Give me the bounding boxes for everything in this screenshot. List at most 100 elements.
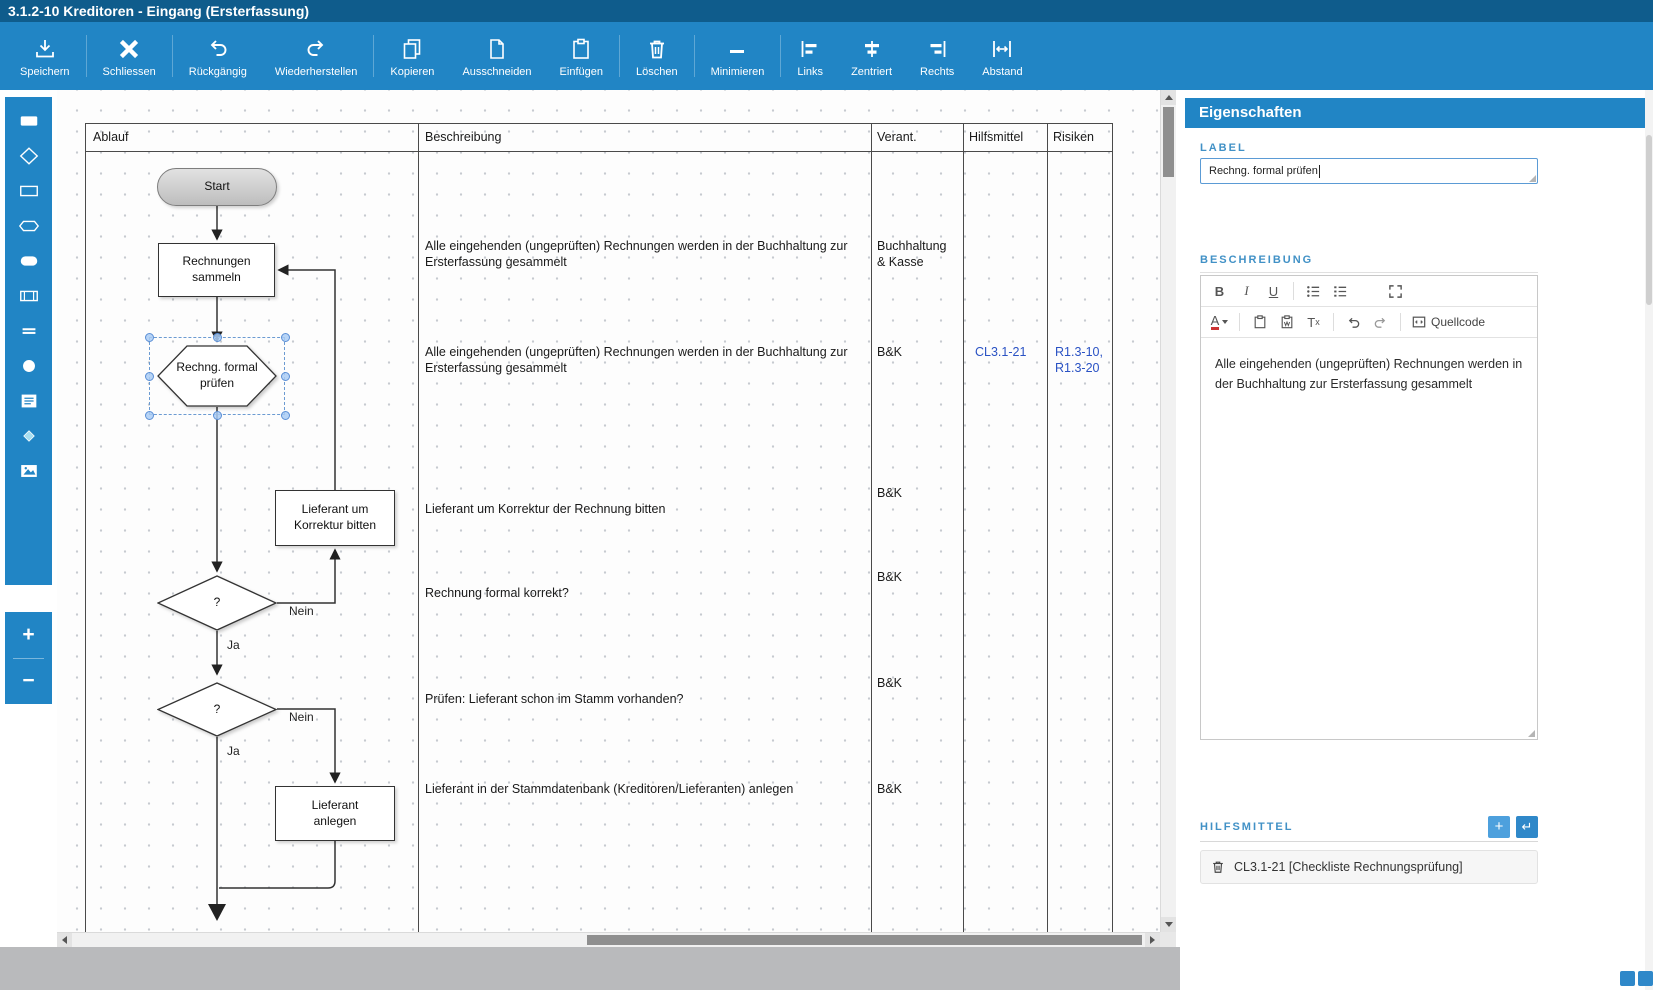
node-lieferant-korrektur[interactable]: Lieferant um Korrektur bitten [275,490,395,546]
button-label: Kopieren [390,66,434,78]
scroll-right-button[interactable] [1145,933,1160,947]
close-icon [116,35,142,63]
bold-button[interactable]: B [1207,279,1232,303]
input-resize-grip[interactable] [1529,175,1536,182]
rounded-shape-tool[interactable] [13,249,45,273]
subprocess-shape-tool[interactable] [13,284,45,308]
panel-corner-button-1[interactable] [1620,971,1635,986]
image-shape-tool[interactable] [13,459,45,483]
speichern-button[interactable]: Speichern [6,26,84,86]
resize-handle-n[interactable] [213,333,222,342]
kopieren-button[interactable]: Kopieren [376,26,448,86]
underline-button[interactable]: U [1261,279,1286,303]
zoom-in-button[interactable]: + [5,612,52,658]
circle-shape-tool[interactable] [13,354,45,378]
ausschneiden-button[interactable]: Ausschneiden [448,26,545,86]
editor-undo-icon[interactable] [1341,310,1366,334]
label-input-value: Rechng. formal prüfen [1209,165,1318,177]
resize-handle-s[interactable] [213,411,222,420]
italic-button[interactable]: I [1234,279,1259,303]
node-decision-formal-korrekt[interactable]: ? [157,575,277,631]
resize-handle-nw[interactable] [145,333,154,342]
resize-handle-w[interactable] [145,372,154,381]
scroll-left-button[interactable] [57,933,72,947]
verant-row-4: B&K [877,570,962,586]
beschreibung-section-heading: BESCHREIBUNG [1200,254,1538,273]
paste-plain-icon[interactable] [1247,310,1272,334]
hilfsmittel-link-row-2[interactable]: CL3.1-21 [975,345,1035,361]
editor-resize-grip[interactable] [1528,730,1535,737]
hexagon-shape-tool[interactable] [13,214,45,238]
toolbar-separator [619,35,620,77]
toolbar-separator [780,35,781,77]
minimieren-button[interactable]: Minimieren [697,26,779,86]
canvas-horizontal-scrollbar[interactable] [57,932,1160,947]
beschreibung-row-3: Lieferant um Korrektur der Rechnung bitt… [425,502,857,518]
node-decision-stamm-vorhanden[interactable]: ? [157,682,277,737]
rueckgaengig-button[interactable]: Rückgängig [175,26,261,86]
einfuegen-button[interactable]: Einfügen [546,26,617,86]
connector-diamond-tool[interactable] [13,424,45,448]
edge-label-nein-2: Nein [289,710,314,724]
diagram-canvas[interactable]: Ablauf Beschreibung Verant. Hilfsmittel … [57,90,1160,932]
beschreibung-row-2: Alle eingehenden (ungeprüften) Rechnunge… [425,345,857,376]
wiederherstellen-button[interactable]: Wiederherstellen [261,26,372,86]
window-titlebar: 3.1.2-10 Kreditoren - Eingang (Ersterfas… [0,0,1653,22]
decision-shape-tool[interactable] [13,144,45,168]
panel-scroll-thumb[interactable] [1646,135,1652,305]
scroll-down-button[interactable] [1161,917,1176,932]
remove-format-button[interactable]: Tx [1301,310,1326,334]
scroll-up-button[interactable] [1161,90,1176,105]
terminator-shape-tool[interactable] [13,109,45,133]
column-divider [1047,124,1048,932]
button-label: Einfügen [560,66,603,78]
editor-toolbar-row-1: B I U [1201,276,1537,307]
node-label: Lieferant um Korrektur bitten [294,502,376,533]
column-divider [963,124,964,932]
editor-redo-icon[interactable] [1368,310,1393,334]
hilfsmittel-list-item[interactable]: CL3.1-21 [Checkliste Rechnungsprüfung] [1200,850,1538,884]
numbered-list-button[interactable] [1328,279,1353,303]
schliessen-button[interactable]: Schliessen [89,26,170,86]
abstand-button[interactable]: Abstand [968,26,1036,86]
loeschen-button[interactable]: Löschen [622,26,692,86]
column-header-risiken: Risiken [1053,130,1094,144]
links-button[interactable]: Links [783,26,837,86]
maximize-icon[interactable] [1383,279,1408,303]
zoom-out-button[interactable]: − [5,659,52,705]
align-left-icon [798,35,822,63]
insert-hilfsmittel-button[interactable]: ↵ [1516,816,1538,838]
editor-toolbar-separator [1400,313,1401,331]
page-title: 3.1.2-10 Kreditoren - Eingang (Ersterfas… [8,3,309,19]
add-hilfsmittel-button[interactable]: + [1488,816,1510,838]
canvas-bottom-margin [0,947,1180,990]
node-rechnungen-sammeln[interactable]: Rechnungen sammeln [158,243,275,297]
paste-word-icon[interactable] [1274,310,1299,334]
rechts-button[interactable]: Rechts [906,26,968,86]
delete-hilfsmittel-icon[interactable] [1211,860,1225,874]
process-shape-tool[interactable] [13,179,45,203]
resize-handle-sw[interactable] [145,411,154,420]
label-input[interactable]: Rechng. formal prüfen [1200,158,1538,184]
resize-handle-e[interactable] [281,372,290,381]
column-header-verant: Verant. [877,130,917,144]
panel-corner-button-2[interactable] [1638,971,1653,986]
text-color-button[interactable]: A [1207,310,1232,334]
risiken-links-row-2[interactable]: R1.3-10, R1.3-20 [1055,345,1111,376]
horizontal-scroll-thumb[interactable] [587,935,1142,945]
node-lieferant-anlegen[interactable]: Lieferant anlegen [275,786,395,841]
vertical-scroll-thumb[interactable] [1163,107,1174,177]
canvas-vertical-scrollbar[interactable] [1160,90,1176,932]
resize-handle-ne[interactable] [281,333,290,342]
resize-handle-se[interactable] [281,411,290,420]
shape-palette [5,97,52,585]
quellcode-label: Quellcode [1431,315,1485,329]
beschreibung-row-4: Rechnung formal korrekt? [425,586,857,602]
note-shape-tool[interactable] [13,389,45,413]
quellcode-button[interactable]: Quellcode [1408,310,1489,334]
zentriert-button[interactable]: Zentriert [837,26,906,86]
description-content[interactable]: Alle eingehenden (ungeprüften) Rechnunge… [1201,338,1537,410]
parallel-lines-tool[interactable] [13,319,45,343]
bullet-list-button[interactable] [1301,279,1326,303]
node-start[interactable]: Start [157,168,277,206]
